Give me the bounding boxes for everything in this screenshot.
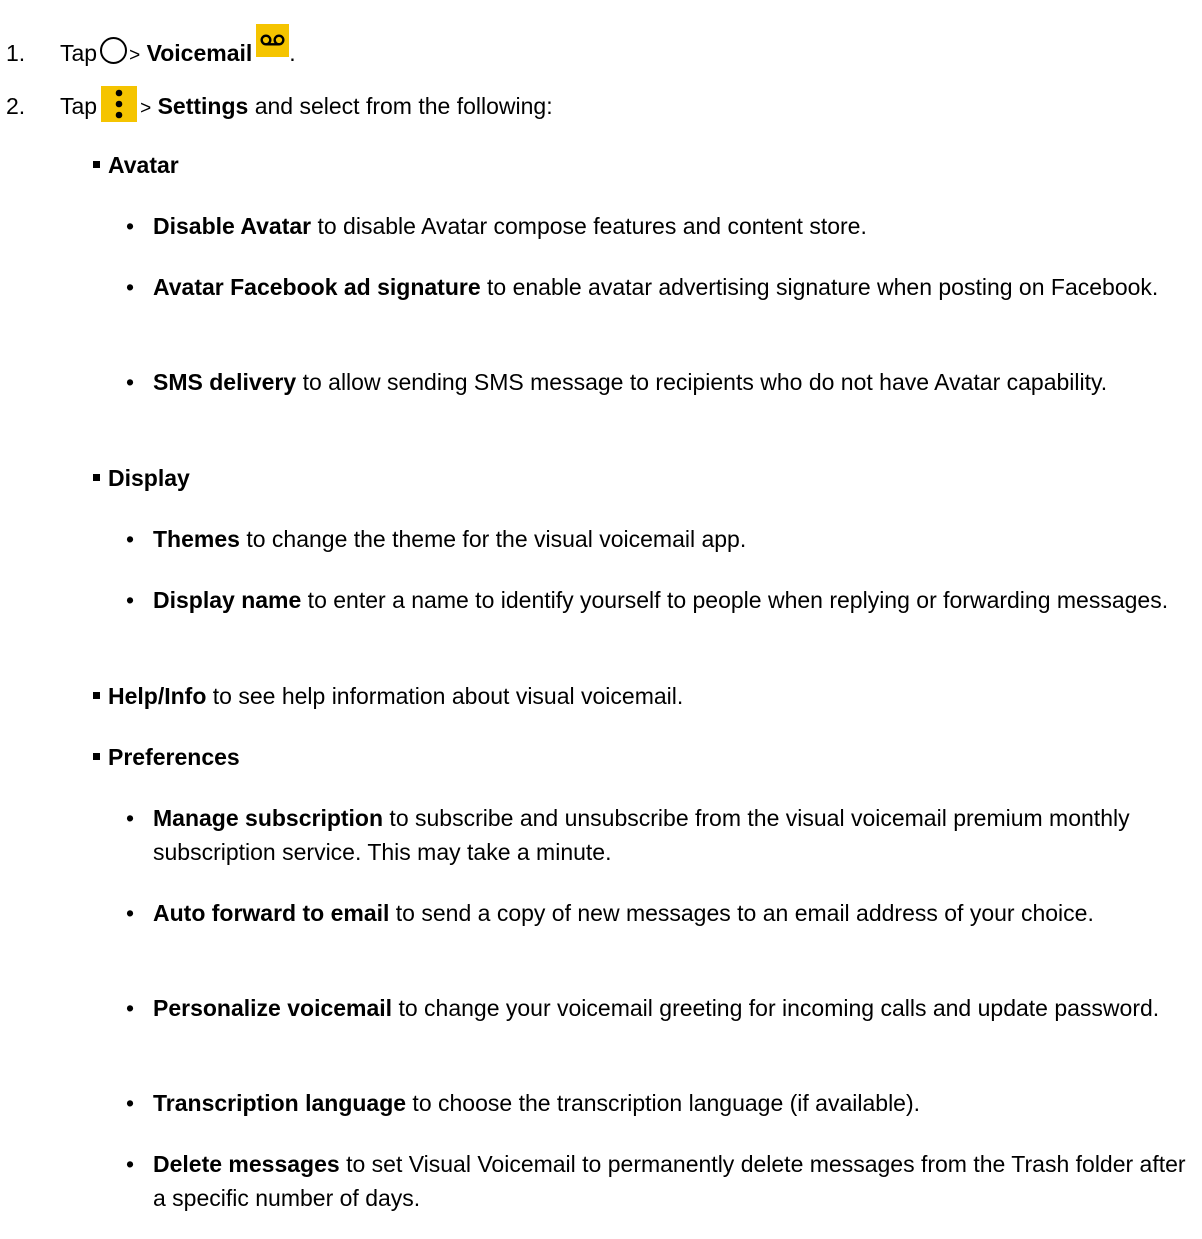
item-term: SMS delivery [153,369,297,395]
section-title: Avatar [108,152,179,178]
item-desc: to choose the transcription language (if… [406,1090,921,1116]
item-term: Display name [153,587,302,613]
step-number: 2. [6,93,26,119]
step-1: 1. Tap > Voicemail . [6,24,296,73]
square-bullet [93,161,100,168]
round-bullet: • [126,587,135,613]
list-item: Avatar Facebook ad signature to enable a… [153,270,1193,304]
list-item: Display name to enter a name to identify… [153,583,1193,617]
round-bullet: • [126,1090,135,1116]
square-bullet [93,474,100,481]
round-bullet: • [126,805,135,831]
round-bullet: • [126,369,135,395]
list-item: Disable Avatar to disable Avatar compose… [153,209,1193,243]
list-item: Transcription language to choose the tra… [153,1086,1193,1120]
list-item: Auto forward to email to send a copy of … [153,896,1193,930]
item-desc: to change your voicemail greeting for in… [392,995,1160,1021]
round-bullet: • [126,900,135,926]
item-desc: to enable avatar advertising signature w… [480,274,1159,300]
step-2: 2. Tap > Settings and select from the fol… [6,86,553,126]
step-text-tap: Tap [60,93,98,119]
item-desc: to enter a name to identify yourself to … [301,587,1169,613]
voicemail-icon [256,24,290,57]
step-target: Voicemail [146,40,253,66]
list-item: Personalize voicemail to change your voi… [153,991,1193,1025]
section-title-desc: to see help information about visual voi… [206,683,684,709]
square-bullet [93,692,100,699]
item-term: Auto forward to email [153,900,390,926]
item-term: Themes [153,526,240,552]
step-rest: and select from the following: [248,93,553,119]
step-separator: > [129,45,141,66]
item-term: Disable Avatar [153,213,312,239]
step-end-period: . [289,40,296,66]
section-title: Display [108,465,190,491]
section-title: Preferences [108,744,240,770]
list-item: Themes to change the theme for the visua… [153,522,1193,556]
item-term: Avatar Facebook ad signature [153,274,481,300]
item-desc: to disable Avatar compose features and c… [311,213,867,239]
step-number: 1. [6,40,26,66]
item-term: Personalize voicemail [153,995,393,1021]
step-target: Settings [157,93,249,119]
step-text-tap: Tap [60,40,98,66]
list-item: Delete messages to set Visual Voicemail … [153,1147,1193,1215]
round-bullet: • [126,526,135,552]
round-bullet: • [126,1151,135,1177]
round-bullet: • [126,274,135,300]
item-desc: to send a copy of new messages to an ema… [389,900,1094,926]
item-desc: to change the theme for the visual voice… [239,526,747,552]
item-term: Manage subscription [153,805,384,831]
step-separator: > [140,98,152,119]
round-bullet: • [126,995,135,1021]
item-term: Transcription language [153,1090,407,1116]
square-bullet [93,753,100,760]
home-circle-icon [100,37,128,64]
item-desc: to allow sending SMS message to recipien… [296,369,1108,395]
list-item: Manage subscription to subscribe and uns… [153,801,1193,869]
item-term: Delete messages [153,1151,340,1177]
round-bullet: • [126,213,135,239]
list-item: SMS delivery to allow sending SMS messag… [153,365,1193,399]
more-options-icon [101,86,138,122]
section-title: Help/Info to see help information about … [108,683,684,709]
